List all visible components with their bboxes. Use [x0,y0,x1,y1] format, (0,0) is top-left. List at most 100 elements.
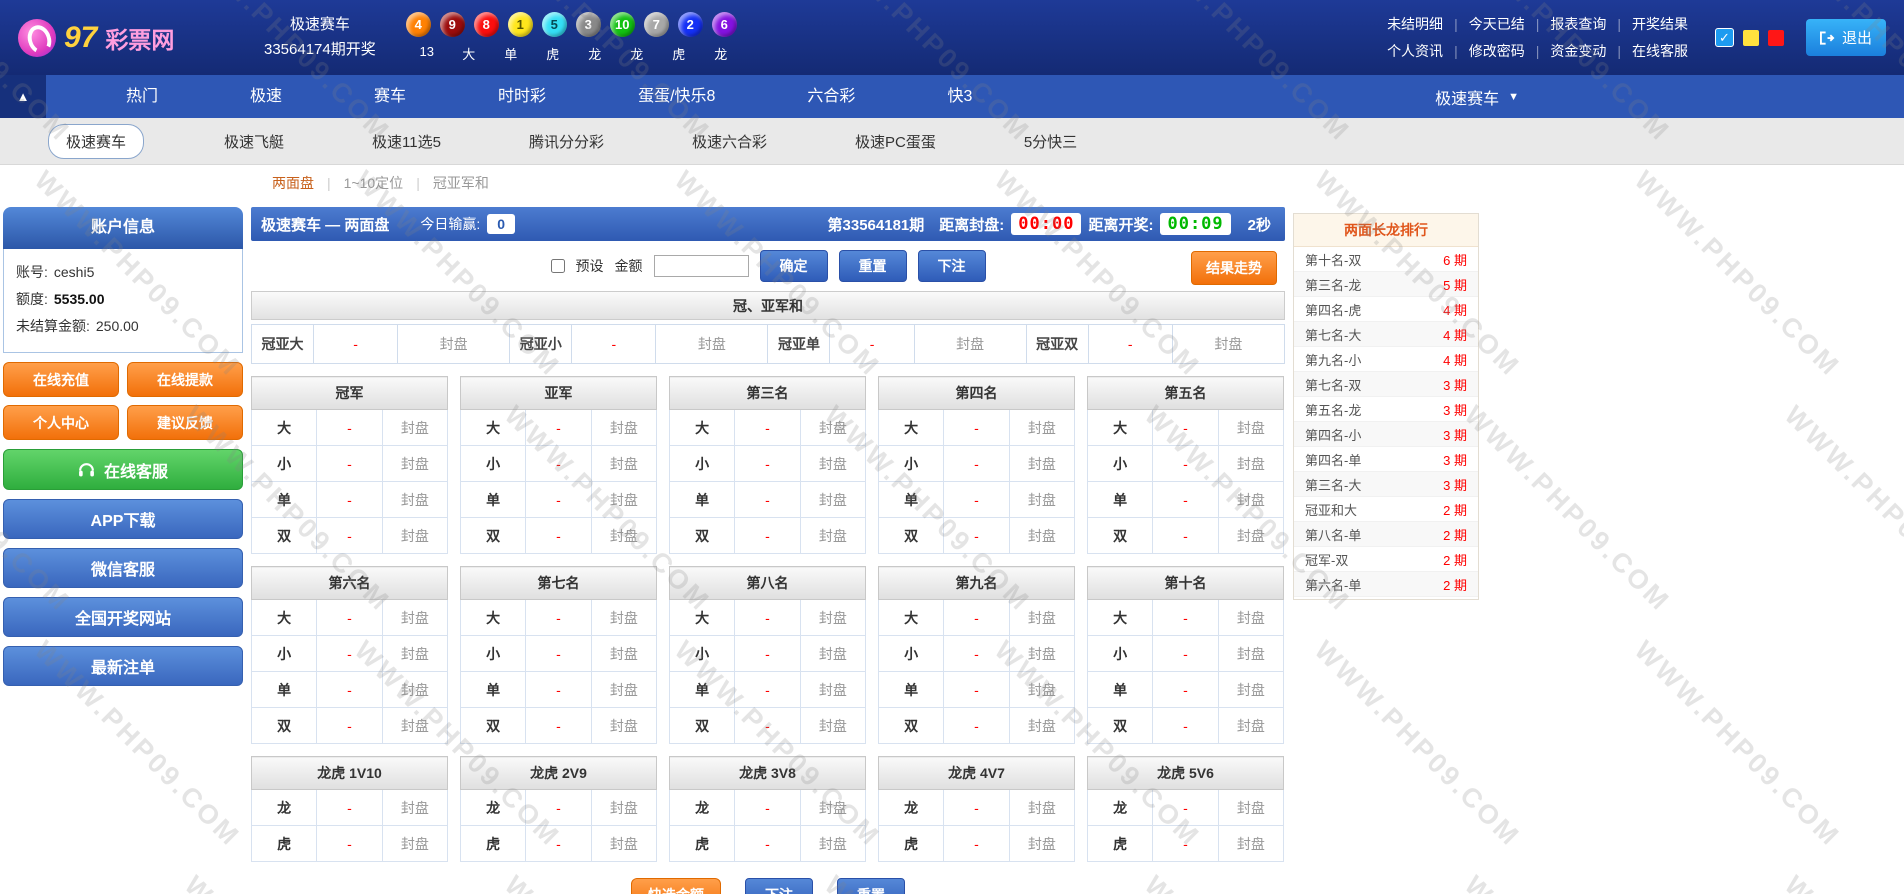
sidebar-link-button[interactable]: 微信客服 [3,548,243,588]
nav-item[interactable]: 蛋蛋/快乐8 [592,75,761,118]
bet-odds-cell[interactable]: - [317,600,382,636]
bet-odds-cell[interactable]: - [1153,636,1218,672]
subnav-item[interactable]: 极速赛车 [48,124,144,159]
bet-odds-cell[interactable]: - [526,790,591,826]
bet-odds-cell[interactable]: - [1153,826,1218,862]
bet-odds-cell[interactable]: - [526,826,591,862]
bet-odds-cell[interactable]: - [735,826,800,862]
bet-odds-cell[interactable]: - [944,790,1009,826]
confirm-button[interactable]: 确定 [760,250,828,282]
header-link[interactable]: 未结明细 [1386,11,1444,38]
bet-odds-cell[interactable]: - [944,636,1009,672]
header-link[interactable]: 报表查询 [1549,11,1607,38]
bet-odds-cell[interactable]: - [944,708,1009,744]
bet-odds-cell[interactable]: - [735,446,800,482]
bet-odds-cell[interactable]: - [526,600,591,636]
breadcrumb-item[interactable]: 冠亚军和 [433,173,489,193]
bet-odds-cell[interactable]: - [317,482,382,518]
bet-odds-cell[interactable]: - [944,446,1009,482]
bet-odds-cell[interactable]: - [735,636,800,672]
bet-odds-cell[interactable]: - [735,708,800,744]
bet-odds-cell[interactable]: - [1153,482,1218,518]
bet-odds-cell[interactable]: - [1153,410,1218,446]
bet-odds-cell[interactable]: - [735,600,800,636]
theme-red-swatch[interactable] [1768,30,1784,46]
theme-blue-checkbox[interactable]: ✓ [1715,28,1734,47]
sidebar-button[interactable]: 在线提款 [127,362,243,397]
bet-odds-cell[interactable]: - [526,410,591,446]
nav-item[interactable]: 六合彩 [761,75,901,118]
bet-odds-cell[interactable]: - [317,518,382,554]
bet-odds-cell[interactable]: - [944,600,1009,636]
site-logo[interactable]: 97 彩票网 [18,19,230,57]
subnav-item[interactable]: 极速六合彩 [648,131,811,152]
bet-odds-cell[interactable]: - [944,482,1009,518]
bet-odds-cell[interactable]: - [944,672,1009,708]
bet-odds-cell[interactable]: - [735,672,800,708]
nav-item[interactable]: 时时彩 [452,75,592,118]
nav-item[interactable]: 快3 [901,75,1018,118]
sidebar-link-button[interactable]: 最新注单 [3,646,243,686]
nav-item[interactable]: 热门 [80,75,204,118]
bet-odds-cell[interactable]: - [317,790,382,826]
online-service-button[interactable]: 在线客服 [3,449,243,490]
logout-button[interactable]: 退出 [1806,19,1886,56]
amount-input[interactable] [654,255,749,277]
bet-odds-cell[interactable]: - [317,708,382,744]
nav-item[interactable]: 赛车 [328,75,452,118]
bet-odds-cell[interactable]: - [1153,600,1218,636]
breadcrumb-item[interactable]: 1~10定位 [344,173,404,193]
bet-odds-cell[interactable]: - [944,518,1009,554]
header-link[interactable]: 今天已结 [1468,11,1526,38]
bet-odds-cell[interactable]: - [1153,446,1218,482]
sidebar-link-button[interactable]: 全国开奖网站 [3,597,243,637]
nav-collapse-button[interactable]: ▲ [0,75,46,118]
sum-bet-odds[interactable]: - [1088,325,1172,364]
subnav-item[interactable]: 腾讯分分彩 [485,131,648,152]
bet-button-bottom[interactable]: 下注 [745,878,813,894]
reset-button[interactable]: 重置 [839,250,907,282]
theme-yellow-swatch[interactable] [1743,30,1759,46]
bet-odds-cell[interactable]: - [526,708,591,744]
bet-odds-cell[interactable]: - [735,518,800,554]
bet-odds-cell[interactable]: - [317,410,382,446]
subnav-item[interactable]: 极速PC蛋蛋 [811,131,980,152]
subnav-item[interactable]: 5分快三 [980,131,1121,152]
bet-odds-cell[interactable]: - [735,410,800,446]
nav-item[interactable]: 极速 [204,75,328,118]
bet-odds-cell[interactable]: - [735,482,800,518]
bet-button[interactable]: 下注 [918,250,986,282]
bet-odds-cell[interactable]: - [944,410,1009,446]
subnav-item[interactable]: 极速11选5 [328,131,485,152]
sum-bet-odds[interactable]: - [314,325,398,364]
preset-checkbox[interactable] [551,259,565,273]
quick-amount-button[interactable]: 快选金额 [631,878,721,894]
bet-odds-cell[interactable]: - [1153,518,1218,554]
bet-odds-cell[interactable]: - [317,826,382,862]
sidebar-link-button[interactable]: APP下载 [3,499,243,539]
bet-odds-cell[interactable]: - [526,636,591,672]
bet-odds-cell[interactable]: - [317,672,382,708]
bet-odds-cell[interactable]: - [317,636,382,672]
header-link[interactable]: 开奖结果 [1631,11,1689,38]
current-game-dropdown[interactable]: 极速赛车 ▼ [1435,75,1519,118]
bet-odds-cell[interactable]: - [735,790,800,826]
sum-bet-odds[interactable]: - [572,325,656,364]
header-link[interactable]: 在线客服 [1631,38,1689,65]
subnav-item[interactable]: 极速飞艇 [180,131,328,152]
sidebar-button[interactable]: 个人中心 [3,405,119,440]
bet-odds-cell[interactable]: - [944,826,1009,862]
result-trend-button[interactable]: 结果走势 [1191,251,1277,285]
bet-odds-cell[interactable]: - [526,446,591,482]
bet-odds-cell[interactable]: - [526,518,591,554]
header-link[interactable]: 个人资讯 [1386,38,1444,65]
bet-odds-cell[interactable]: - [1153,790,1218,826]
bet-odds-cell[interactable]: - [1153,672,1218,708]
header-link[interactable]: 修改密码 [1468,38,1526,65]
bet-odds-cell[interactable]: - [526,672,591,708]
breadcrumb-item[interactable]: 两面盘 [272,173,314,193]
sidebar-button[interactable]: 在线充值 [3,362,119,397]
header-link[interactable]: 资金变动 [1549,38,1607,65]
bet-odds-cell[interactable]: - [1153,708,1218,744]
bet-odds-cell[interactable]: - [526,482,591,518]
